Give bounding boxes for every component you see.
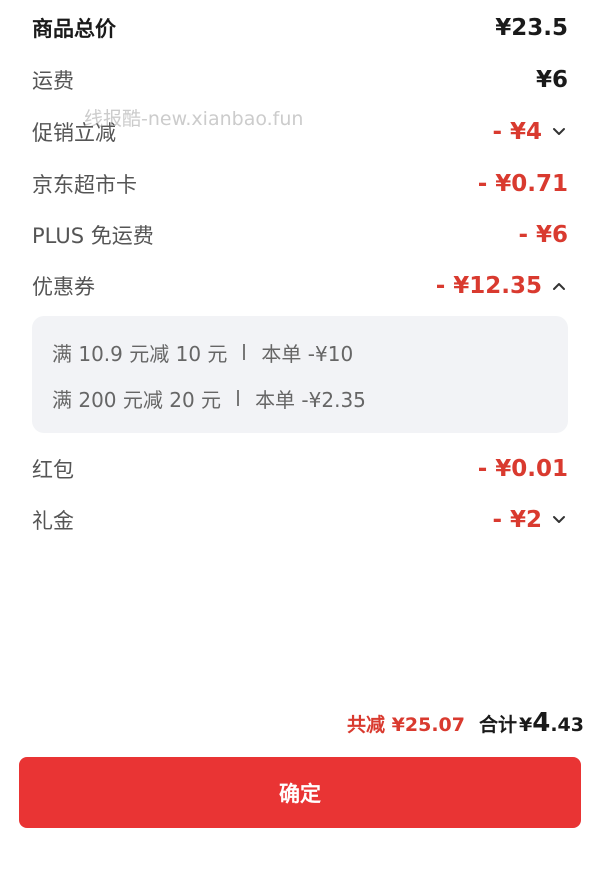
total-decimal: .43 <box>550 714 584 736</box>
red-packet-label: 红包 <box>32 458 74 482</box>
price-summary: 共减 ¥25.07 合计 ¥ 4 .43 <box>347 708 584 744</box>
shipping-label: 运费 <box>32 69 74 93</box>
coupon-value: - ¥12.35 <box>435 273 542 299</box>
coupon-value-group: - ¥12.35 <box>436 273 568 299</box>
promo-label: 促销立减 <box>32 121 116 145</box>
total-currency: ¥ <box>519 714 533 736</box>
gift-money-value: - ¥2 <box>492 507 542 533</box>
coupon-detail-line: 满 10.9 元减 10 元 本单 -¥10 <box>52 337 353 367</box>
row-goods-total: 商品总价 ¥23.5 <box>32 8 568 48</box>
coupon-applied: 本单 -¥2.35 <box>255 387 366 412</box>
row-plus-free-ship: PLUS 免运费 - ¥6 <box>32 215 568 255</box>
jd-card-label: 京东超市卡 <box>32 173 137 197</box>
promo-value-group: - ¥4 <box>492 119 568 145</box>
coupon-rule: 满 10.9 元减 10 元 <box>52 341 228 366</box>
coupon-detail-line: 满 200 元减 20 元 本单 -¥2.35 <box>52 383 366 413</box>
row-coupon[interactable]: 优惠券 - ¥12.35 <box>32 266 568 306</box>
row-promo[interactable]: 促销立减 - ¥4 <box>32 112 568 152</box>
total-integer: 4 <box>532 708 551 738</box>
row-jd-card: 京东超市卡 - ¥0.71 <box>32 164 568 204</box>
coupon-separator <box>243 344 246 360</box>
coupon-label: 优惠券 <box>32 275 95 299</box>
gift-money-value-group: - ¥2 <box>492 507 568 533</box>
chevron-down-icon[interactable] <box>550 511 568 529</box>
gift-money-label: 礼金 <box>32 509 74 533</box>
total-discount: 共减 ¥25.07 <box>347 714 465 736</box>
red-packet-value: - ¥0.01 <box>477 456 568 482</box>
promo-value: - ¥4 <box>492 119 542 145</box>
plus-free-ship-label: PLUS 免运费 <box>32 224 154 248</box>
row-gift-money[interactable]: 礼金 - ¥2 <box>32 500 568 540</box>
jd-card-value: - ¥0.71 <box>477 171 568 197</box>
plus-free-ship-value: - ¥6 <box>518 222 568 248</box>
coupon-separator <box>237 390 240 406</box>
row-shipping: 运费 ¥6 <box>32 60 568 100</box>
row-red-packet: 红包 - ¥0.01 <box>32 449 568 489</box>
coupon-detail-panel: 满 10.9 元减 10 元 本单 -¥10 满 200 元减 20 元 本单 … <box>32 316 568 433</box>
chevron-up-icon[interactable] <box>550 277 568 295</box>
goods-total-value: ¥23.5 <box>495 15 568 41</box>
chevron-down-icon[interactable] <box>550 123 568 141</box>
coupon-rule: 满 200 元减 20 元 <box>52 387 222 412</box>
shipping-value: ¥6 <box>535 67 568 93</box>
total-label: 合计 <box>478 714 517 736</box>
goods-total-label: 商品总价 <box>32 17 116 41</box>
coupon-applied: 本单 -¥10 <box>261 341 354 366</box>
confirm-button[interactable]: 确定 <box>19 757 581 828</box>
